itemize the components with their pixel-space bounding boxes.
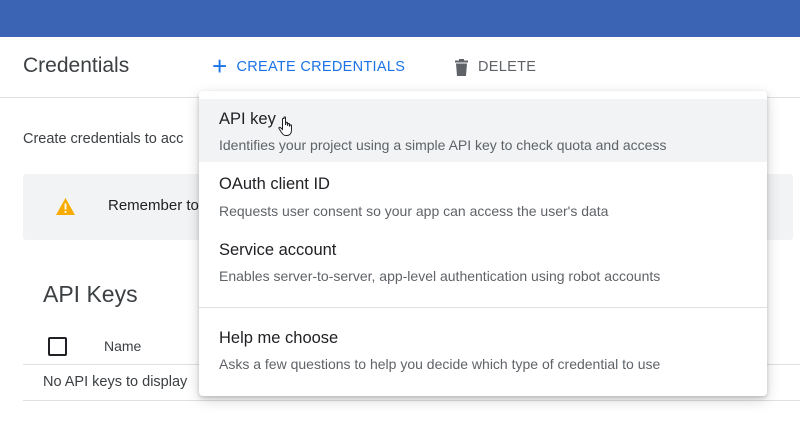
column-header-name: Name — [104, 338, 142, 354]
top-app-bar — [0, 0, 800, 37]
menu-item-title: Help me choose — [219, 329, 339, 347]
intro-text: Create credentials to acc — [23, 131, 184, 147]
hand-cursor-icon — [278, 116, 292, 136]
menu-divider — [199, 307, 767, 308]
menu-item-service-account[interactable]: Service account Enables server-to-server… — [199, 228, 767, 294]
menu-item-help-me-choose[interactable]: Help me choose Asks a few questions to h… — [199, 315, 767, 381]
delete-label: DELETE — [478, 59, 537, 75]
notice-text: Remember to — [108, 197, 199, 214]
warning-icon — [56, 198, 75, 215]
plus-icon: + — [212, 50, 228, 81]
section-title: API Keys — [43, 281, 138, 307]
delete-button[interactable]: DELETE — [455, 54, 536, 80]
table-empty-message: No API keys to display — [43, 374, 188, 390]
menu-item-description: Identifies your project using a simple A… — [219, 137, 667, 153]
trash-icon — [455, 58, 468, 76]
menu-item-description: Asks a few questions to help you decide … — [219, 356, 661, 372]
divider — [23, 400, 800, 401]
menu-item-title: Service account — [219, 241, 337, 259]
menu-item-title: OAuth client ID — [219, 175, 330, 193]
select-all-checkbox[interactable] — [48, 337, 67, 356]
menu-item-description: Enables server-to-server, app-level auth… — [219, 268, 661, 284]
menu-item-title: API key — [219, 110, 276, 128]
create-credentials-label: CREATE CREDENTIALS — [236, 59, 406, 75]
menu-item-oauth-client-id[interactable]: OAuth client ID Requests user consent so… — [199, 162, 767, 228]
create-credentials-button[interactable]: + CREATE CREDENTIALS — [212, 50, 406, 81]
menu-item-description: Requests user consent so your app can ac… — [219, 203, 609, 219]
page-title: Credentials — [23, 54, 130, 77]
